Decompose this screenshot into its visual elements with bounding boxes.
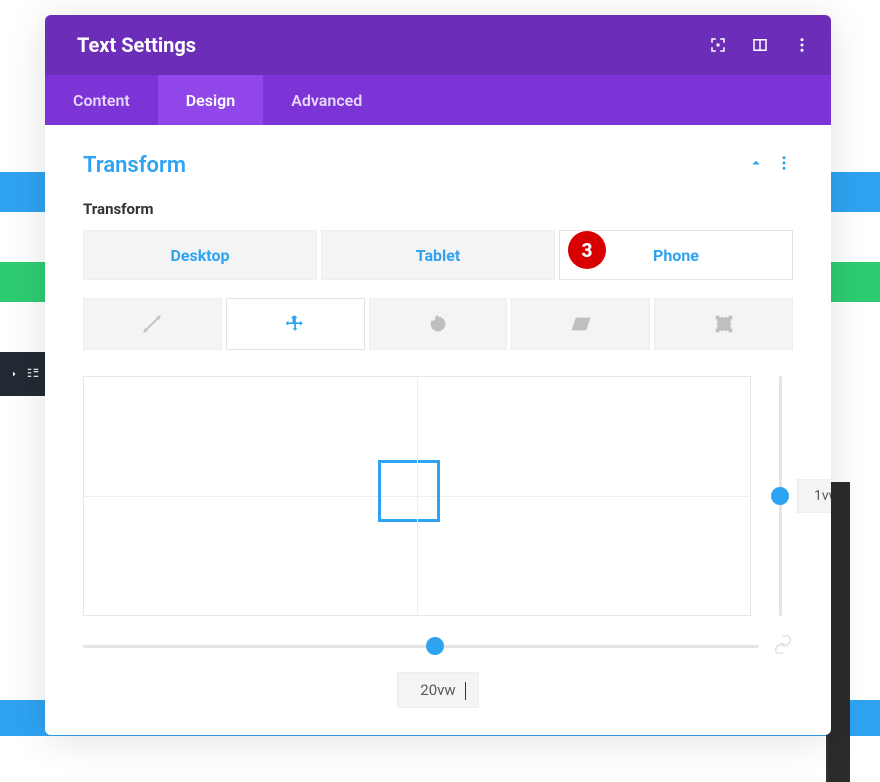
transform-canvas[interactable] bbox=[83, 376, 751, 616]
device-tabs: Desktop Tablet Phone bbox=[83, 230, 793, 280]
op-move[interactable] bbox=[226, 298, 365, 350]
annotation-badge: 3 bbox=[568, 231, 606, 269]
main-tabs: Content Design Advanced bbox=[45, 75, 831, 125]
link-values-icon[interactable] bbox=[773, 634, 793, 658]
skew-icon bbox=[570, 313, 592, 335]
device-tab-tablet[interactable]: Tablet bbox=[321, 230, 555, 280]
layers-icon bbox=[26, 367, 40, 381]
origin-icon bbox=[713, 313, 735, 335]
panel-content: Transform Transform Desktop Tablet Phone bbox=[45, 125, 831, 708]
transform-label: Transform bbox=[83, 200, 793, 218]
move-icon bbox=[284, 313, 306, 335]
vertical-slider-track bbox=[779, 376, 782, 616]
panel-title: Text Settings bbox=[77, 33, 196, 57]
op-scale[interactable] bbox=[83, 298, 222, 350]
floating-tool-button[interactable] bbox=[0, 352, 48, 396]
split-pane-icon[interactable] bbox=[751, 36, 769, 54]
device-tab-desktop[interactable]: Desktop bbox=[83, 230, 317, 280]
rotate-icon bbox=[427, 313, 449, 335]
horizontal-slider-row bbox=[83, 634, 793, 658]
section-header: Transform bbox=[83, 153, 793, 178]
vertical-slider-value[interactable]: 1vw bbox=[797, 479, 831, 513]
horizontal-slider-track bbox=[83, 645, 759, 648]
text-caret bbox=[465, 682, 466, 700]
op-origin[interactable] bbox=[654, 298, 793, 350]
section-title[interactable]: Transform bbox=[83, 153, 186, 178]
titlebar-actions bbox=[709, 36, 811, 54]
arrow-icon bbox=[8, 368, 20, 380]
transform-canvas-row: 1vw bbox=[83, 376, 793, 616]
scale-icon bbox=[141, 313, 163, 335]
horizontal-slider-handle[interactable] bbox=[426, 637, 444, 655]
tab-advanced[interactable]: Advanced bbox=[263, 75, 390, 125]
transform-preview-box[interactable] bbox=[378, 460, 440, 522]
tab-design[interactable]: Design bbox=[158, 75, 263, 125]
horizontal-value-row: 20vw bbox=[83, 672, 793, 708]
op-skew[interactable] bbox=[511, 298, 650, 350]
horizontal-slider[interactable] bbox=[83, 637, 759, 655]
chevron-up-icon[interactable] bbox=[747, 154, 765, 177]
kebab-icon[interactable] bbox=[793, 36, 811, 54]
vertical-slider[interactable]: 1vw bbox=[767, 376, 793, 616]
vertical-slider-handle[interactable] bbox=[771, 487, 789, 505]
panel-titlebar: Text Settings bbox=[45, 15, 831, 75]
transform-op-tabs bbox=[83, 298, 793, 350]
settings-panel: Text Settings Content Design Advanced Tr… bbox=[45, 15, 831, 735]
horizontal-slider-value[interactable]: 20vw bbox=[397, 672, 478, 708]
section-kebab-icon[interactable] bbox=[775, 154, 793, 177]
focus-icon[interactable] bbox=[709, 36, 727, 54]
tab-content[interactable]: Content bbox=[45, 75, 158, 125]
op-rotate[interactable] bbox=[369, 298, 508, 350]
horizontal-slider-value-text: 20vw bbox=[420, 681, 455, 699]
